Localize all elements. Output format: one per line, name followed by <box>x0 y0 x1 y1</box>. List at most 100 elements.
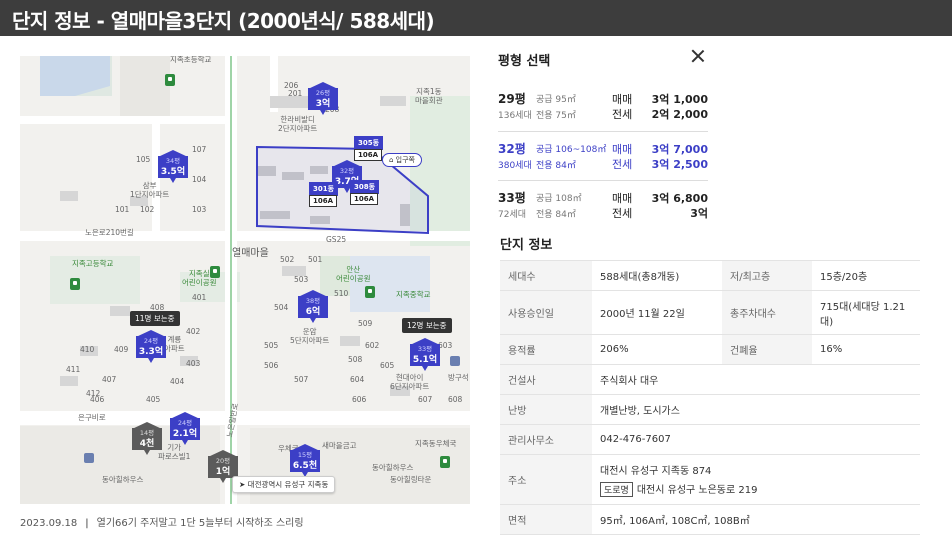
dong-number: 608 <box>448 395 463 404</box>
dong-number: 104 <box>192 175 207 184</box>
info-key: 면적 <box>500 504 592 535</box>
info-key: 건폐율 <box>722 334 812 365</box>
jeonse-price: 2억 2,000 <box>651 108 708 121</box>
jeonse-type-label: 전세 <box>612 207 633 220</box>
pyeong-name: 33평 <box>498 191 526 205</box>
dong-number: 510 <box>334 289 349 298</box>
info-value: 95㎡, 106A㎡, 108C㎡, 108B㎡ <box>592 504 920 535</box>
pyeong-supply: 공급 106~108㎡ <box>536 145 607 155</box>
address-chip[interactable]: ➤ 대전광역시 유성구 지족동 <box>232 476 336 493</box>
dong-type-tag[interactable]: 106A <box>354 149 383 161</box>
divider <box>498 180 708 181</box>
info-key: 관리사무소 <box>500 424 592 455</box>
dong-number: 409 <box>114 345 129 354</box>
map-label-dongah: 동아힐하우스 <box>102 475 144 484</box>
entrance-badge: ⌂ 입구쪽 <box>382 153 422 167</box>
parking-marker-icon[interactable] <box>84 453 94 463</box>
viewers-badge: 12명 보는중 <box>402 318 452 333</box>
info-key: 사용승인일 <box>500 290 592 335</box>
map-label-kiga: 기가 파로스빌1 <box>158 443 191 461</box>
pyeong-supply: 공급 95㎡ <box>536 95 576 105</box>
pin-price: 4천 <box>139 439 155 449</box>
trade-type-label: 매매 <box>612 143 633 156</box>
dong-tag[interactable]: 301동 <box>309 182 339 196</box>
pyeong-option-33[interactable]: 33평 72세대 공급 108㎡ 전용 84㎡ 매매 전세 3억 6,800 3… <box>498 187 708 231</box>
map-label-road-noeun: 은구비로 <box>78 413 106 422</box>
info-value: 206% <box>592 334 722 365</box>
pin-price: 3억 <box>315 99 331 109</box>
dong-number: 105 <box>136 155 151 164</box>
park-marker-icon[interactable] <box>440 456 450 468</box>
info-row: 면적 95㎡, 106A㎡, 108C㎡, 108B㎡ <box>500 504 920 535</box>
park-marker-icon[interactable] <box>165 74 175 86</box>
home-icon: ⌂ <box>389 156 396 164</box>
price-pin[interactable]: 24평 3.3억 <box>136 330 166 364</box>
dong-number: 201 <box>288 89 303 98</box>
pin-price: 6억 <box>305 307 321 317</box>
map-label-school-top: 지족초등학교 <box>170 56 212 64</box>
dong-type-tag[interactable]: 106A <box>309 195 338 207</box>
dong-tag[interactable]: 308동 <box>350 180 380 194</box>
dong-number: 102 <box>140 205 155 214</box>
price-pin[interactable]: 38평 6억 <box>298 290 328 324</box>
complex-map[interactable]: 지족초등학교 한라비발디 2단지아파트 삼부 1단지아파트 지족1동 마을회관 노은로… <box>20 56 470 504</box>
pyeong-units: 380세대 <box>498 161 532 171</box>
bus-marker-icon[interactable] <box>450 356 460 366</box>
price-pin[interactable]: 34평 3.5억 <box>158 150 188 184</box>
jeonse-price: 3억 <box>690 207 708 220</box>
price-pin[interactable]: 14평 4천 <box>132 422 162 456</box>
pin-price: 5.1억 <box>412 355 438 365</box>
dong-number: 603 <box>438 341 453 350</box>
school-marker-icon[interactable] <box>365 286 375 298</box>
map-label-gs25: GS25 <box>326 235 347 244</box>
info-row: 난방 개별난방, 도시가스 <box>500 394 920 425</box>
navigation-icon: ➤ <box>239 480 248 489</box>
map-label-dongah2: 동아힐하우스 <box>372 463 414 472</box>
divider <box>498 131 708 132</box>
price-pin[interactable]: 26평 3억 <box>308 82 338 116</box>
pyeong-exclusive: 전용 84㎡ <box>536 161 576 171</box>
dong-number: 604 <box>350 375 365 384</box>
dong-type-tag[interactable]: 106A <box>350 193 379 205</box>
pyeong-option-32[interactable]: 32평 380세대 공급 106~108㎡ 전용 84㎡ 매매 전세 3억 7,… <box>498 138 708 182</box>
price-pin[interactable]: 24평 2.1억 <box>170 412 200 446</box>
info-row: 세대수 588세대(총8개동) 저/최고층 15층/20층 <box>500 260 920 291</box>
school-marker-icon[interactable] <box>70 278 80 290</box>
footnote-date: 2023.09.18 <box>20 518 78 529</box>
dong-number: 506 <box>264 361 279 370</box>
map-label-hanra: 한라비발디 2단지아파트 <box>278 115 318 133</box>
map-label-road-east: 방구석 <box>448 373 469 382</box>
dong-number: 607 <box>418 395 433 404</box>
info-row: 사용승인일 2000년 11월 22일 총주차대수 715대(세대당 1.21대… <box>500 290 920 335</box>
dong-number: 107 <box>192 145 207 154</box>
pyeong-name: 29평 <box>498 92 526 106</box>
entrance-label: 입구쪽 <box>395 156 415 164</box>
trade-type-label: 매매 <box>612 192 633 205</box>
pyeong-option-29[interactable]: 29평 136세대 공급 95㎡ 전용 75㎡ 매매 전세 3억 1,000 2… <box>498 88 708 132</box>
address-jibun: 대전시 유성구 지족동 874 <box>600 466 712 477</box>
map-label-samboo: 삼부 1단지아파트 <box>130 181 170 199</box>
info-value: 개별난방, 도시가스 <box>592 394 920 425</box>
address-road: 대전시 유성구 노은동로 219 <box>636 485 758 496</box>
dong-tag[interactable]: 305동 <box>354 136 384 150</box>
map-label-gyeryong: 계룡 아파트 <box>164 335 185 353</box>
info-key: 용적률 <box>500 334 592 365</box>
trade-price: 3억 7,000 <box>651 143 708 156</box>
map-label-hilltown: 동아힐링타운 <box>390 475 432 484</box>
close-icon[interactable] <box>690 48 706 64</box>
price-pin[interactable]: 15평 6.5천 <box>290 444 320 478</box>
address-road-line: 도로명 대전시 유성구 노은동로 219 <box>600 481 912 497</box>
price-pin[interactable]: 33평 5.1억 <box>410 338 440 372</box>
map-label-post: 지족동우체국 <box>415 439 457 448</box>
dong-number: 103 <box>192 205 207 214</box>
pin-price: 2.1억 <box>172 429 198 439</box>
map-label-road-north: 노은로210번길 <box>85 228 134 237</box>
dong-number: 501 <box>308 255 323 264</box>
trade-price: 3억 1,000 <box>651 93 708 106</box>
info-row: 건설사 주식회사 대우 <box>500 364 920 395</box>
trade-price: 3억 6,800 <box>651 192 708 205</box>
pin-price: 3.5억 <box>160 167 186 177</box>
park-marker-icon[interactable] <box>210 266 220 278</box>
info-key: 세대수 <box>500 260 592 291</box>
info-key: 건설사 <box>500 364 592 395</box>
